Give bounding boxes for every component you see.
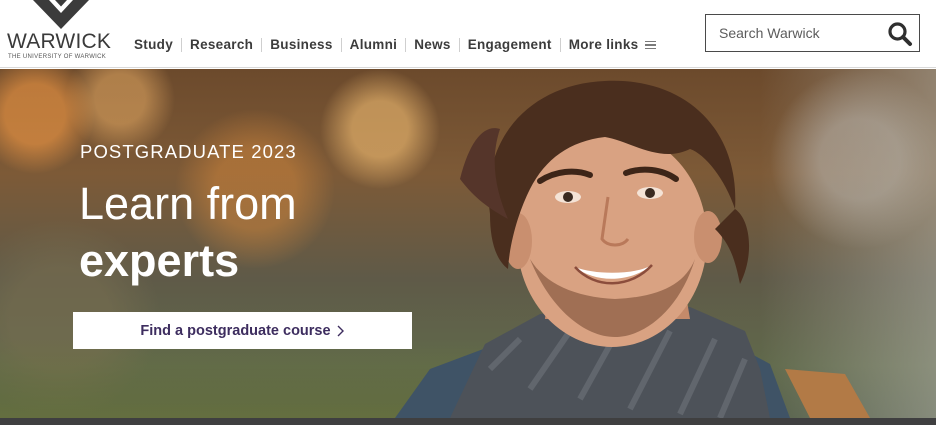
nav-item-more-links[interactable]: More links	[561, 37, 665, 53]
hero-headline-line1: Learn from	[79, 178, 297, 229]
nav-item-alumni[interactable]: Alumni	[342, 37, 406, 53]
search-icon	[888, 22, 912, 46]
warwick-logo[interactable]: WARWICK THE UNIVERSITY OF WARWICK	[6, 0, 114, 66]
nav-item-news[interactable]: News	[406, 37, 458, 53]
find-postgraduate-course-button[interactable]: Find a postgraduate course	[73, 312, 412, 349]
nav-item-research[interactable]: Research	[182, 37, 261, 53]
cta-label: Find a postgraduate course	[140, 322, 331, 339]
warwick-logo-icon	[33, 0, 89, 29]
search-input[interactable]	[706, 15, 876, 51]
hero-banner: POSTGRADUATE 2023 Learn from experts Fin…	[0, 69, 936, 418]
more-links-label: More links	[568, 37, 639, 52]
search-box	[705, 14, 920, 52]
nav-item-study[interactable]: Study	[126, 37, 181, 53]
logo-wordmark: WARWICK	[7, 30, 112, 53]
search-button[interactable]	[886, 20, 914, 48]
nav-item-engagement[interactable]: Engagement	[460, 37, 560, 53]
chevron-right-icon	[337, 325, 344, 336]
main-navigation: Study Research Business Alumni News Enga…	[126, 35, 664, 55]
hamburger-icon	[645, 40, 657, 50]
nav-item-business[interactable]: Business	[262, 37, 340, 53]
site-header: WARWICK THE UNIVERSITY OF WARWICK Study …	[0, 0, 936, 68]
bottom-strip	[0, 418, 936, 425]
logo-subtitle: THE UNIVERSITY OF WARWICK	[8, 54, 107, 60]
hero-headline-line2: experts	[79, 235, 240, 286]
hero-student-photo	[395, 80, 870, 418]
hero-eyebrow: POSTGRADUATE 2023	[80, 141, 297, 162]
